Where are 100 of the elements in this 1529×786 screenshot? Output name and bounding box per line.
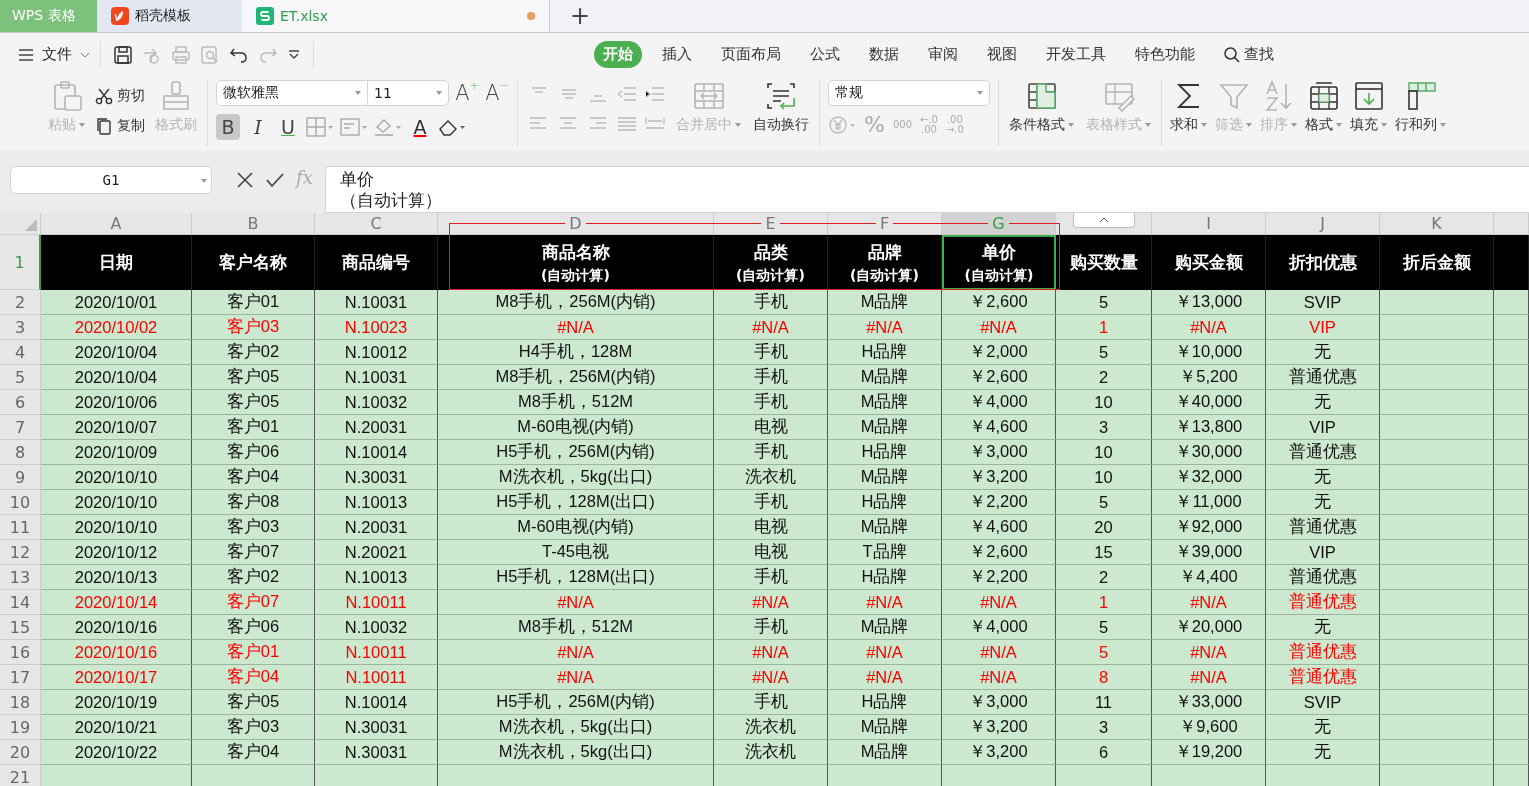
ribbon-tab[interactable]: 视图	[978, 41, 1026, 68]
save-icon[interactable]	[113, 44, 133, 65]
print-preview-icon[interactable]	[200, 44, 220, 65]
wrap-text-button[interactable]: 自动换行	[751, 80, 811, 134]
row-header[interactable]: 5	[0, 365, 41, 390]
ribbon-tab[interactable]: 插入	[653, 41, 701, 68]
row-header[interactable]: 15	[0, 615, 41, 640]
fill-color-icon[interactable]	[374, 117, 402, 137]
bold-button[interactable]: B	[216, 114, 240, 140]
table-cell: SVIP	[1266, 690, 1380, 715]
column-header[interactable]: F	[828, 213, 942, 235]
search-button[interactable]: 查找	[1223, 45, 1274, 64]
ribbon-tab[interactable]: 特色功能	[1126, 41, 1204, 68]
borders-icon[interactable]	[306, 117, 334, 137]
collapse-button[interactable]	[1072, 213, 1135, 228]
column-header[interactable]: B	[192, 213, 315, 235]
column-header[interactable]: D	[438, 213, 714, 235]
row-header[interactable]: 20	[0, 740, 41, 765]
table-cell: M8手机，512M	[438, 615, 714, 640]
column-header[interactable]: K	[1380, 213, 1494, 235]
table-cell: 普通优惠	[1266, 640, 1380, 665]
row-header[interactable]: 18	[0, 690, 41, 715]
formula-field[interactable]: 单价 （自动计算）	[324, 166, 1529, 213]
row-header[interactable]: 16	[0, 640, 41, 665]
row-header[interactable]: 4	[0, 340, 41, 365]
decrease-font-button[interactable]: A$^{−}$	[485, 80, 509, 106]
header-cell: 日期	[41, 235, 192, 290]
increase-font-button[interactable]: A$^{+}$	[455, 80, 479, 106]
row-header[interactable]: 1	[0, 235, 41, 290]
italic-button[interactable]: I	[246, 114, 270, 140]
row-header[interactable]: 21	[0, 765, 41, 786]
column-header[interactable]: E	[714, 213, 828, 235]
row-header[interactable]: 11	[0, 515, 41, 540]
ribbon-tab[interactable]: 开始	[594, 41, 642, 68]
file-menu[interactable]: 文件	[18, 40, 101, 69]
row-header[interactable]: 9	[0, 465, 41, 490]
table-cell: ￥10,000	[1152, 340, 1266, 365]
row-header[interactable]: 13	[0, 565, 41, 590]
cancel-icon[interactable]	[236, 171, 254, 189]
column-header[interactable]: J	[1266, 213, 1380, 235]
row-header[interactable]: 17	[0, 665, 41, 690]
table-cell: N.10013	[315, 565, 438, 590]
column-header[interactable]: C	[315, 213, 438, 235]
ribbon-tab[interactable]: 审阅	[919, 41, 967, 68]
rows-columns-button[interactable]: 行和列	[1395, 80, 1446, 134]
new-tab-button[interactable]: +	[560, 0, 600, 32]
document-tab[interactable]: ET.xlsx	[242, 0, 550, 32]
table-cell: 15	[1056, 540, 1152, 565]
table-cell: 1	[1056, 315, 1152, 340]
copy-button[interactable]: 复制	[95, 113, 145, 139]
table-cell: 2020/10/04	[41, 365, 192, 390]
cell-style-icon[interactable]	[340, 117, 368, 137]
select-all-button[interactable]	[0, 213, 41, 235]
table-cell: H5手机，128M(出口)	[438, 565, 714, 590]
table-cell: 客户04	[192, 465, 315, 490]
table-cell: N.10014	[315, 440, 438, 465]
row-header[interactable]: 19	[0, 715, 41, 740]
name-box[interactable]: G1	[10, 166, 212, 194]
conditional-format-button[interactable]: 条件格式	[1007, 80, 1076, 134]
font-color-button[interactable]: A	[408, 114, 432, 140]
font-size-field[interactable]: 11	[367, 80, 449, 106]
spreadsheet-logo-icon	[256, 7, 274, 25]
table-cell: #N/A	[828, 640, 942, 665]
font-name-field[interactable]: 微软雅黑	[216, 80, 368, 106]
column-header[interactable]: A	[41, 213, 192, 235]
row-header[interactable]: 10	[0, 490, 41, 515]
confirm-icon[interactable]	[266, 171, 284, 189]
column-header[interactable]	[1494, 213, 1529, 235]
print-icon[interactable]	[171, 44, 191, 65]
format-button[interactable]: 格式	[1305, 80, 1342, 134]
table-cell: 客户04	[192, 665, 315, 690]
currency-icon[interactable]	[828, 114, 856, 135]
row-header[interactable]: 14	[0, 590, 41, 615]
ribbon-tab[interactable]: 公式	[801, 41, 849, 68]
row-header[interactable]: 8	[0, 440, 41, 465]
underline-button[interactable]: U	[276, 114, 300, 140]
cut-button[interactable]: 剪切	[95, 83, 145, 109]
sum-button[interactable]: 求和	[1170, 80, 1207, 134]
table-cell: M洗衣机，5kg(出口)	[438, 715, 714, 740]
fill-button[interactable]: 填充	[1350, 80, 1387, 134]
table-cell: H5手机，256M(内销)	[438, 690, 714, 715]
table-cell: #N/A	[828, 590, 942, 615]
row-header[interactable]: 7	[0, 415, 41, 440]
scissors-icon	[95, 87, 113, 105]
row-header[interactable]: 2	[0, 290, 41, 315]
row-header[interactable]: 12	[0, 540, 41, 565]
row-header[interactable]: 3	[0, 315, 41, 340]
table-cell: 普通优惠	[1266, 665, 1380, 690]
header-cell: 品类 (自动计算)	[714, 235, 828, 290]
number-format-field[interactable]: 常规	[828, 80, 990, 106]
ribbon-tab[interactable]: 开发工具	[1037, 41, 1115, 68]
column-header[interactable]	[1056, 213, 1152, 235]
table-cell: N.20031	[315, 415, 438, 440]
document-tab[interactable]: 稻壳模板	[97, 0, 242, 32]
table-cell: N.30031	[315, 740, 438, 765]
ribbon-tab[interactable]: 页面布局	[712, 41, 790, 68]
column-header[interactable]: I	[1152, 213, 1266, 235]
row-header[interactable]: 6	[0, 390, 41, 415]
ribbon-tab[interactable]: 数据	[860, 41, 908, 68]
table-cell: 2020/10/22	[41, 740, 192, 765]
